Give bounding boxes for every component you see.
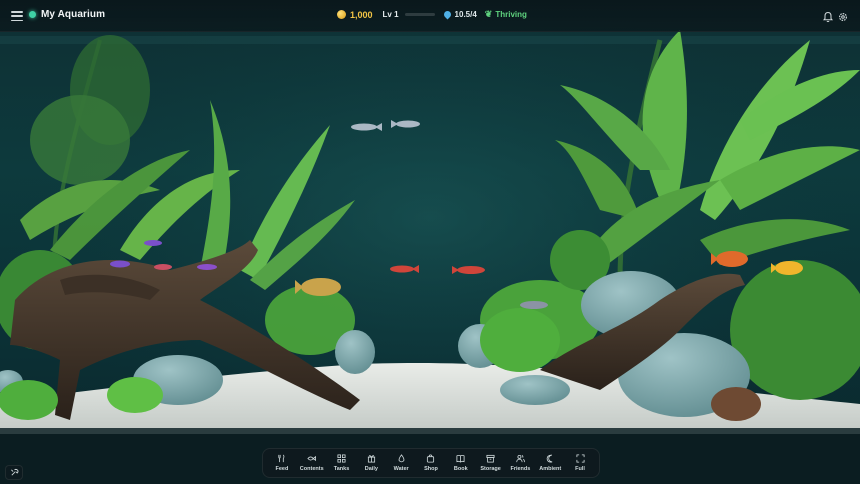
feed-label: Feed — [275, 466, 289, 472]
fish-tetra — [110, 260, 130, 268]
foreground-plant — [0, 380, 58, 420]
storage-label: Storage — [480, 466, 501, 472]
capacity-value: 10.5/4 — [454, 10, 477, 19]
droplet-icon — [442, 9, 452, 20]
ambient-label: Ambient — [539, 466, 562, 472]
tools-icon — [10, 468, 18, 476]
grid-icon — [337, 454, 346, 463]
bottom-toolbar: Feed Contents Tanks Daily Water Shop Boo… — [262, 448, 600, 478]
level-label: Lv 1 — [382, 10, 399, 19]
bag-icon — [427, 454, 435, 463]
tank-name: My Aquarium — [41, 9, 106, 20]
friends-label: Friends — [510, 466, 531, 472]
tank-title[interactable]: My Aquarium — [29, 9, 105, 20]
water-button[interactable]: Water — [387, 454, 416, 472]
bell-icon[interactable] — [822, 10, 834, 23]
tank-status-dot — [29, 11, 36, 18]
tanks-label: Tanks — [333, 466, 350, 472]
tanks-button[interactable]: Tanks — [327, 454, 356, 472]
fullscreen-label: Full — [575, 466, 585, 472]
coin-count: 1,000 — [350, 9, 373, 20]
archive-icon — [486, 454, 495, 463]
ambient-button[interactable]: Ambient — [536, 454, 565, 472]
daily-label: Daily — [364, 466, 378, 472]
foreground-plant — [107, 377, 163, 413]
fish-small — [520, 301, 548, 309]
leaf-icon: ❦ — [484, 9, 493, 19]
gift-icon — [367, 455, 375, 463]
book-icon — [456, 454, 465, 463]
foreground-plant — [480, 308, 560, 372]
feed-button[interactable]: Feed — [267, 454, 296, 472]
fish-icon — [307, 455, 317, 462]
storage-button[interactable]: Storage — [476, 454, 505, 472]
moon-icon — [546, 454, 552, 463]
gear-icon[interactable] — [837, 10, 849, 22]
droplet-icon — [398, 454, 405, 463]
fork-knife-icon — [278, 454, 285, 463]
water-label: Water — [393, 466, 409, 472]
daily-button[interactable]: Daily — [357, 454, 386, 472]
aquarium-scene — [0, 0, 860, 484]
book-button[interactable]: Book — [446, 454, 475, 472]
xp-progress-bar — [404, 13, 435, 16]
book-label: Book — [453, 466, 468, 472]
stats-bar: 1,000 Lv 1 10.5/4 ❦ Thriving — [337, 9, 527, 20]
rock — [711, 387, 761, 421]
expand-icon — [576, 454, 585, 463]
top-bar: My Aquarium 1,000 Lv 1 10.5/4 ❦ Thriving — [0, 0, 860, 32]
friends-button[interactable]: Friends — [506, 454, 535, 472]
shop-button[interactable]: Shop — [416, 454, 445, 472]
fullscreen-button[interactable]: Full — [566, 454, 595, 472]
contents-label: Contents — [299, 466, 324, 472]
menu-icon[interactable] — [10, 9, 24, 23]
stone — [500, 375, 570, 405]
shop-label: Shop — [424, 466, 438, 472]
contents-button[interactable]: Contents — [297, 454, 326, 472]
fish-tetra — [197, 264, 217, 270]
fish-tetra — [144, 240, 162, 246]
fish-tetra — [154, 264, 172, 270]
stone — [335, 330, 375, 374]
coin-icon — [337, 10, 346, 19]
tank-status: Thriving — [495, 10, 527, 19]
tools-corner-button[interactable] — [5, 465, 23, 480]
users-icon — [516, 454, 525, 463]
